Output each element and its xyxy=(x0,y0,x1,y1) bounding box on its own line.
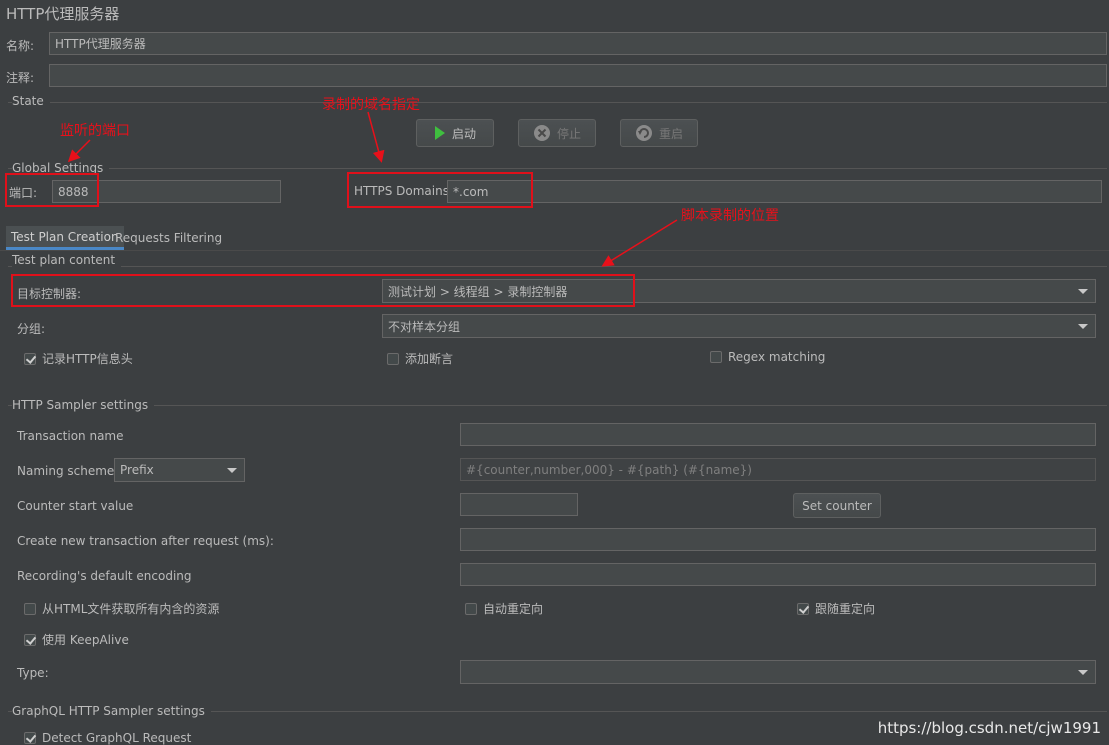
restart-button-label: 重启 xyxy=(658,126,683,141)
retrieve-embedded-resources-label: 从HTML文件获取所有内含的资源 xyxy=(42,602,220,616)
checkbox-unchecked-icon xyxy=(465,602,477,615)
record-headers-checkbox[interactable]: 记录HTTP信息头 xyxy=(24,350,133,367)
regex-matching-label: Regex matching xyxy=(728,350,826,364)
chevron-down-icon xyxy=(1078,289,1088,294)
target-controller-highlight-box xyxy=(11,274,635,307)
counter-start-field[interactable] xyxy=(460,493,578,516)
graphql-title: GraphQL HTTP Sampler settings xyxy=(12,704,211,718)
type-select[interactable] xyxy=(460,660,1096,684)
watermark: https://blog.csdn.net/cjw1991 xyxy=(877,719,1101,737)
checkbox-unchecked-icon xyxy=(710,351,722,363)
tab-requests-filtering[interactable]: Requests Filtering xyxy=(110,226,227,250)
checkbox-unchecked-icon xyxy=(387,352,399,365)
naming-format-field[interactable]: #{counter,number,000} - #{path} (#{name}… xyxy=(460,458,1096,481)
detect-graphql-label: Detect GraphQL Request xyxy=(42,731,192,745)
type-label: Type: xyxy=(17,666,49,680)
retrieve-embedded-resources-checkbox[interactable]: 从HTML文件获取所有内含的资源 xyxy=(24,600,219,617)
port-annotation: 监听的端口 xyxy=(60,123,130,139)
domain-annotation: 录制的域名指定 xyxy=(322,97,420,113)
auto-redirect-label: 自动重定向 xyxy=(483,602,544,616)
window-title: HTTP代理服务器 xyxy=(6,5,120,23)
default-encoding-field[interactable] xyxy=(460,563,1096,586)
checkbox-checked-icon xyxy=(797,602,809,615)
location-arrow xyxy=(601,219,678,267)
stop-icon xyxy=(533,125,550,141)
naming-scheme-value: Prefix xyxy=(120,463,154,477)
state-divider xyxy=(8,102,1107,103)
new-transaction-field[interactable] xyxy=(460,528,1096,551)
http-sampler-title: HTTP Sampler settings xyxy=(12,398,155,412)
annotation-arrows xyxy=(67,111,678,267)
location-annotation: 脚本录制的位置 xyxy=(681,208,779,224)
start-button-label: 启动 xyxy=(451,126,476,141)
transaction-name-field[interactable] xyxy=(460,423,1096,446)
naming-scheme-select[interactable]: Prefix xyxy=(114,458,245,482)
domain-arrow xyxy=(367,111,385,163)
stop-button[interactable]: 停止 xyxy=(518,119,596,147)
http-sampler-divider xyxy=(8,405,1107,406)
set-counter-button[interactable]: Set counter xyxy=(793,493,881,518)
grouping-value: 不对样本分组 xyxy=(388,319,461,334)
name-field[interactable]: HTTP代理服务器 xyxy=(49,32,1107,55)
follow-redirects-checkbox[interactable]: 跟随重定向 xyxy=(797,600,875,617)
comment-label: 注释: xyxy=(6,71,35,85)
port-highlight-box xyxy=(5,173,99,207)
test-plan-content-divider xyxy=(8,266,1107,267)
keepalive-label: 使用 KeepAlive xyxy=(42,633,129,647)
default-encoding-label: Recording's default encoding xyxy=(17,569,192,583)
chevron-down-icon xyxy=(1078,324,1088,329)
checkbox-checked-icon xyxy=(24,732,36,744)
record-headers-label: 记录HTTP信息头 xyxy=(42,352,133,366)
restart-button[interactable]: 重启 xyxy=(620,119,698,147)
https-domains-field[interactable]: *.com xyxy=(447,180,1102,203)
regex-matching-checkbox[interactable]: Regex matching xyxy=(710,350,825,364)
chevron-down-icon xyxy=(227,468,237,473)
start-button[interactable]: 启动 xyxy=(416,119,494,147)
chevron-down-icon xyxy=(1078,670,1088,675)
comment-field[interactable] xyxy=(49,64,1107,87)
checkbox-unchecked-icon xyxy=(24,602,36,615)
counter-start-label: Counter start value xyxy=(17,499,134,513)
tab-bar-divider xyxy=(0,250,1109,251)
set-counter-label: Set counter xyxy=(802,498,872,513)
checkbox-checked-icon xyxy=(24,352,36,365)
auto-redirect-checkbox[interactable]: 自动重定向 xyxy=(465,600,543,617)
test-plan-content-title: Test plan content xyxy=(12,253,122,267)
keepalive-checkbox[interactable]: 使用 KeepAlive xyxy=(24,631,129,648)
grouping-select[interactable]: 不对样本分组 xyxy=(382,314,1096,338)
detect-graphql-checkbox[interactable]: Detect GraphQL Request xyxy=(24,731,191,745)
state-group-title: State xyxy=(12,94,50,108)
transaction-name-label: Transaction name xyxy=(17,429,124,443)
tab-test-plan-creation[interactable]: Test Plan Creation xyxy=(6,226,124,250)
grouping-label: 分组: xyxy=(17,322,46,336)
checkbox-checked-icon xyxy=(24,633,36,646)
stop-button-label: 停止 xyxy=(556,126,581,141)
add-assertions-label: 添加断言 xyxy=(405,352,454,366)
follow-redirects-label: 跟随重定向 xyxy=(815,602,876,616)
global-settings-divider xyxy=(8,168,1107,169)
name-label: 名称: xyxy=(6,39,35,53)
naming-scheme-label: Naming scheme xyxy=(17,464,115,478)
play-icon xyxy=(434,126,445,140)
add-assertions-checkbox[interactable]: 添加断言 xyxy=(387,350,453,367)
new-transaction-label: Create new transaction after request (ms… xyxy=(17,534,274,548)
restart-icon xyxy=(635,125,652,141)
domain-highlight-box xyxy=(347,172,533,208)
port-arrow xyxy=(67,139,91,163)
